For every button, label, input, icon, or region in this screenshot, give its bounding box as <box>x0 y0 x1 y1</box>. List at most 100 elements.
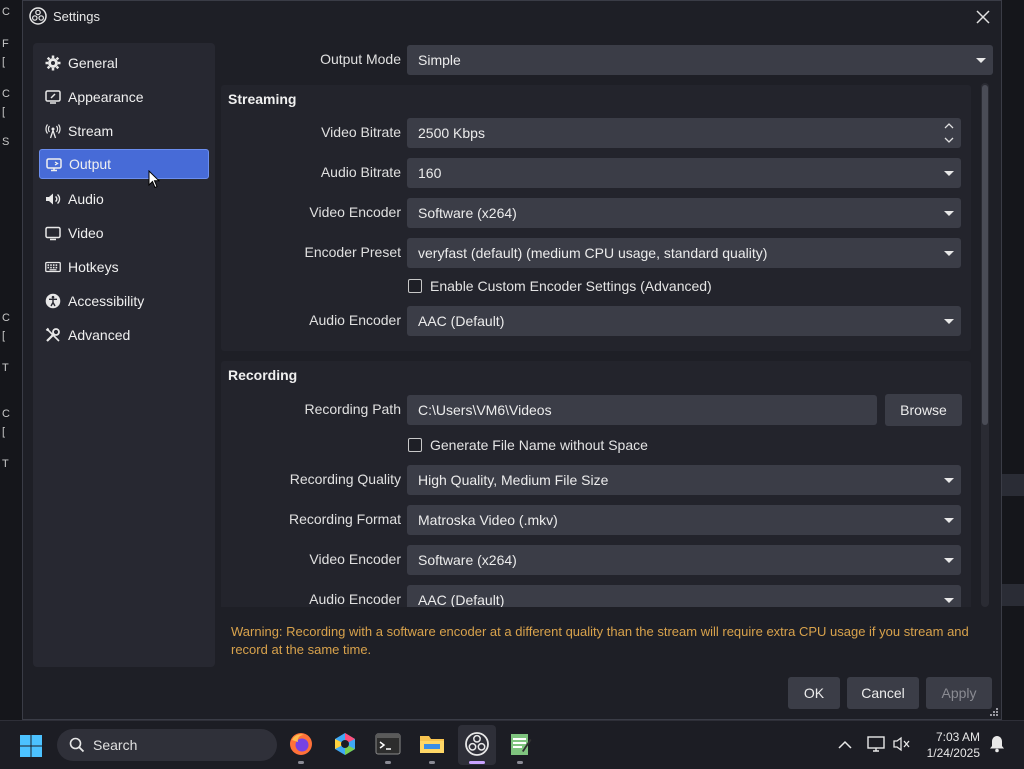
sidebar-item-label: Video <box>68 225 104 241</box>
colorful-app-icon[interactable] <box>331 730 359 758</box>
output-mode-select[interactable]: Simple <box>407 45 993 75</box>
system-clock[interactable]: 7:03 AM 1/24/2025 <box>927 729 980 761</box>
scrollbar-thumb[interactable] <box>982 85 988 425</box>
recording-audio-encoder-select[interactable]: AAC (Default) <box>407 585 961 607</box>
tools-icon <box>45 327 60 342</box>
no-space-filename-label: Generate File Name without Space <box>430 437 648 453</box>
background-app-left: C F[ C[S C[T C[T <box>0 0 22 720</box>
app-indicator <box>298 761 304 764</box>
search-icon <box>69 737 85 753</box>
mouse-cursor-icon <box>148 170 160 189</box>
browse-button[interactable]: Browse <box>885 394 962 426</box>
no-space-filename-checkbox[interactable]: Generate File Name without Space <box>408 437 648 453</box>
video-encoder-value: Software (x264) <box>418 205 517 221</box>
sidebar-item-label: Hotkeys <box>68 259 119 275</box>
sidebar-item-accessibility[interactable]: Accessibility <box>39 286 209 316</box>
recording-quality-select[interactable]: High Quality, Medium File Size <box>407 465 961 495</box>
chevron-down-icon <box>969 45 993 75</box>
obs-logo-icon <box>29 7 47 25</box>
active-app-indicator <box>469 761 485 764</box>
cpu-warning-text: Warning: Recording with a software encod… <box>231 624 969 657</box>
background-app-right <box>1002 0 1024 720</box>
checkbox-icon <box>408 279 422 293</box>
recording-section-title: Recording <box>228 367 298 383</box>
sidebar-item-audio[interactable]: Audio <box>39 184 209 214</box>
sidebar-item-label: Audio <box>68 191 104 207</box>
file-explorer-icon[interactable] <box>418 730 446 758</box>
encoder-preset-label: Encoder Preset <box>304 244 402 260</box>
chevron-down-icon <box>937 306 961 336</box>
monitor-icon <box>45 226 61 241</box>
chevron-up-icon[interactable] <box>838 740 852 750</box>
settings-dialog: Settings General Appearance Stream Outpu… <box>22 0 1002 720</box>
cancel-button[interactable]: Cancel <box>847 677 919 709</box>
recording-video-encoder-select[interactable]: Software (x264) <box>407 545 961 575</box>
video-encoder-select[interactable]: Software (x264) <box>407 198 961 228</box>
recording-format-value: Matroska Video (.mkv) <box>418 512 558 528</box>
windows-start-icon[interactable] <box>19 734 43 758</box>
close-icon <box>976 10 990 24</box>
sidebar-item-stream[interactable]: Stream <box>39 116 209 146</box>
sidebar-item-video[interactable]: Video <box>39 218 209 248</box>
recording-quality-value: High Quality, Medium File Size <box>418 472 609 488</box>
output-mode-label: Output Mode <box>320 51 401 67</box>
clock-date: 1/24/2025 <box>926 746 980 760</box>
custom-encoder-settings-checkbox[interactable]: Enable Custom Encoder Settings (Advanced… <box>408 278 712 294</box>
streaming-audio-encoder-value: AAC (Default) <box>418 313 505 329</box>
checkbox-icon <box>408 438 422 452</box>
volume-muted-icon[interactable] <box>893 736 911 752</box>
recording-path-input[interactable]: C:\Users\VM6\Videos <box>407 395 877 425</box>
chevron-down-icon <box>937 545 961 575</box>
recording-format-select[interactable]: Matroska Video (.mkv) <box>407 505 961 535</box>
sidebar-item-appearance[interactable]: Appearance <box>39 82 209 112</box>
resize-grip-icon[interactable] <box>989 707 999 717</box>
network-icon[interactable] <box>867 736 885 752</box>
title-bar: Settings <box>23 1 1001 33</box>
firefox-icon[interactable] <box>287 730 315 758</box>
video-bitrate-spinbox[interactable]: 2500 Kbps <box>407 118 961 148</box>
search-label: Search <box>93 737 138 753</box>
video-bitrate-value: 2500 Kbps <box>418 125 485 141</box>
recording-quality-label: Recording Quality <box>289 471 401 487</box>
speaker-icon <box>46 193 61 205</box>
sidebar-item-label: Accessibility <box>68 293 145 309</box>
app-indicator <box>517 761 523 764</box>
sidebar-item-label: Stream <box>68 123 114 139</box>
audio-bitrate-select[interactable]: 160 <box>407 158 961 188</box>
close-button[interactable] <box>971 5 995 29</box>
video-encoder-label: Video Encoder <box>309 204 401 220</box>
sidebar-item-label: Appearance <box>68 89 144 105</box>
recording-path-label: Recording Path <box>304 401 401 417</box>
ok-button[interactable]: OK <box>788 677 840 709</box>
recording-audio-encoder-label: Audio Encoder <box>309 591 401 607</box>
streaming-section: Streaming Video Bitrate 2500 Kbps Audio … <box>221 85 971 351</box>
sidebar-item-hotkeys[interactable]: Hotkeys <box>39 252 209 282</box>
taskbar: Search 7:03 AM 1/24/2025 <box>0 720 1024 769</box>
appearance-icon <box>45 90 61 104</box>
sidebar-item-output[interactable]: Output <box>39 149 209 179</box>
settings-scrollbar[interactable] <box>981 83 989 607</box>
sidebar-item-label: Output <box>69 156 112 172</box>
recording-video-encoder-label: Video Encoder <box>309 551 401 567</box>
audio-bitrate-label: Audio Bitrate <box>320 164 401 180</box>
chevron-down-icon <box>937 238 961 268</box>
recording-path-value: C:\Users\VM6\Videos <box>418 402 552 418</box>
keyboard-icon <box>45 261 61 273</box>
notification-bell-icon[interactable] <box>989 735 1005 753</box>
terminal-icon[interactable] <box>374 730 402 758</box>
sidebar-item-advanced[interactable]: Advanced <box>39 320 209 350</box>
sidebar-item-general[interactable]: General <box>39 48 209 78</box>
apply-button[interactable]: Apply <box>926 677 992 709</box>
app-indicator <box>429 761 435 764</box>
streaming-audio-encoder-select[interactable]: AAC (Default) <box>407 306 961 336</box>
streaming-audio-encoder-label: Audio Encoder <box>309 312 401 328</box>
chevron-down-icon <box>937 585 961 607</box>
video-bitrate-label: Video Bitrate <box>321 124 401 140</box>
app-indicator <box>385 761 391 764</box>
custom-encoder-settings-label: Enable Custom Encoder Settings (Advanced… <box>430 278 712 294</box>
encoder-preset-select[interactable]: veryfast (default) (medium CPU usage, st… <box>407 238 961 268</box>
spin-arrows-icon[interactable] <box>937 118 961 148</box>
taskbar-search-box[interactable]: Search <box>57 729 277 761</box>
obs-taskbar-icon[interactable] <box>463 730 491 758</box>
notepad-icon[interactable] <box>506 730 534 758</box>
